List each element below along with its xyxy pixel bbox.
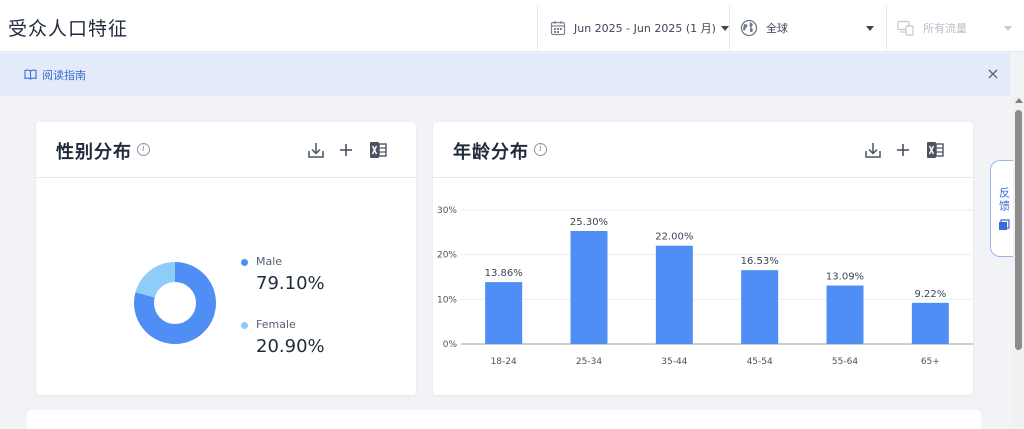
card-title: 年龄分布: [453, 142, 529, 163]
reading-guide-link[interactable]: 阅读指南: [24, 67, 86, 83]
legend-value-male: 79.10%: [256, 273, 325, 294]
legend-label-female: Female: [256, 318, 296, 331]
bar-18-24: [485, 282, 523, 344]
reading-guide-label: 阅读指南: [42, 68, 86, 82]
data-label: 13.09%: [826, 272, 864, 283]
card-header: 年龄分布 i: [433, 122, 973, 178]
y-tick-label: 30%: [437, 206, 457, 216]
date-range-selector[interactable]: Jun 2025 - Jun 2025 (1 月): [537, 6, 729, 50]
download-icon[interactable]: [863, 140, 883, 160]
card-header: 性别分布 i: [36, 122, 416, 178]
gender-donut-chart: [134, 262, 216, 344]
region-selector[interactable]: 全球: [729, 6, 886, 50]
legend-dot-male: [241, 259, 248, 266]
info-icon[interactable]: i: [534, 143, 547, 156]
legend-label-male: Male: [256, 255, 283, 268]
age-distribution-card: 年龄分布 i 0% 10% 20% 30% 13.86% 18-24 25.30% 25-34…: [433, 122, 973, 395]
legend-dot-female: [241, 322, 248, 329]
bar-65+: [911, 302, 949, 344]
y-tick-label: 0%: [443, 340, 458, 350]
card-title: 性别分布: [56, 142, 132, 163]
download-icon[interactable]: [306, 140, 326, 160]
bar-35-44: [655, 245, 693, 344]
y-tick-label: 20%: [437, 251, 457, 261]
traffic-selector[interactable]: 所有流量: [886, 6, 1024, 50]
gender-distribution-card: 性别分布 i Male 79.10% Female 20.90%: [36, 122, 416, 395]
feedback-icon: [998, 218, 1010, 230]
page-title: 受众人口特征: [8, 18, 129, 40]
bar-25-34: [570, 230, 608, 344]
date-range-value: Jun 2025 - Jun 2025 (1 月): [574, 22, 716, 35]
vertical-scrollbar[interactable]: [1013, 96, 1024, 429]
data-label: 25.30%: [570, 217, 608, 228]
bar-45-54: [741, 270, 779, 344]
chevron-down-icon: [720, 25, 729, 31]
calendar-icon: [550, 21, 566, 36]
legend-value-female: 20.90%: [256, 336, 325, 357]
plus-icon[interactable]: [336, 140, 356, 160]
y-tick-label: 10%: [437, 295, 457, 305]
top-header: 受众人口特征 Jun 2025 - Jun 2025 (1 月) 全球 所有流量: [0, 0, 1024, 52]
scroll-up-icon[interactable]: [1015, 98, 1023, 103]
book-icon: [24, 69, 37, 80]
x-tick-label: 18-24: [491, 357, 517, 367]
info-icon[interactable]: i: [137, 143, 150, 156]
scrollbar-thumb[interactable]: [1015, 110, 1022, 350]
excel-icon[interactable]: [368, 140, 388, 160]
excel-icon[interactable]: [925, 140, 945, 160]
guide-banner: 阅读指南 ×: [0, 53, 1010, 96]
devices-icon: [897, 20, 914, 36]
close-icon[interactable]: ×: [984, 65, 1002, 83]
next-section-card: [27, 410, 981, 429]
bar-55-64: [826, 285, 864, 344]
x-tick-label: 45-54: [747, 357, 773, 367]
globe-icon: [740, 19, 758, 37]
age-bar-chart: 0% 10% 20% 30% 13.86% 18-24 25.30% 25-34 22.00% 3…: [437, 206, 973, 367]
data-label: 9.22%: [914, 289, 946, 300]
chevron-down-icon: [1004, 25, 1012, 31]
region-value: 全球: [766, 22, 788, 35]
x-tick-label: 65+: [921, 357, 940, 367]
x-tick-label: 25-34: [576, 357, 602, 367]
x-tick-label: 35-44: [661, 357, 687, 367]
chevron-down-icon: [866, 25, 874, 31]
data-label: 16.53%: [741, 256, 779, 267]
x-tick-label: 55-64: [832, 357, 858, 367]
data-label: 22.00%: [655, 232, 693, 243]
traffic-value: 所有流量: [923, 22, 967, 35]
plus-icon[interactable]: [893, 140, 913, 160]
data-label: 13.86%: [485, 268, 523, 279]
feedback-tab-label: 反馈: [997, 186, 1011, 213]
